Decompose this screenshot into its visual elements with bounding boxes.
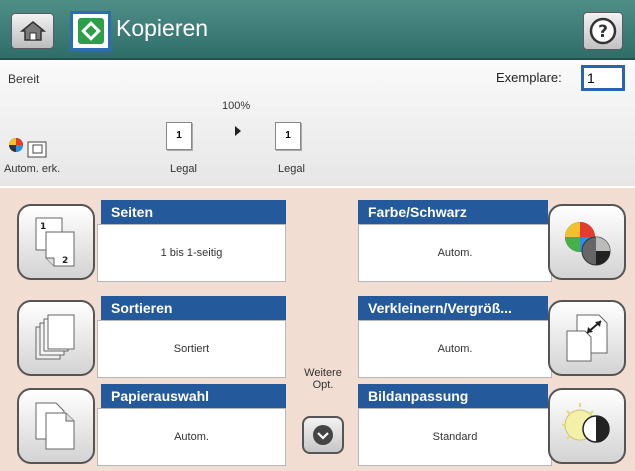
chevron-down-icon <box>313 425 333 445</box>
color-title: Farbe/Schwarz <box>358 200 548 224</box>
reduce-enlarge-option[interactable]: Autom. Verkleinern/Vergröß... <box>358 296 630 381</box>
collate-icon <box>35 314 75 360</box>
svg-text:?: ? <box>598 22 608 42</box>
help-button[interactable]: ? <box>583 12 623 50</box>
status-area: Bereit Exemplare: 1 Autom. erk. 100% 1 L… <box>0 62 635 186</box>
image-adjust-value: Standard <box>358 408 552 466</box>
collate-button[interactable] <box>17 300 95 376</box>
more-options-button[interactable] <box>302 416 344 454</box>
source-paper-icon: 1 <box>166 122 192 150</box>
paper-select-icon <box>35 402 75 450</box>
reduce-enlarge-button[interactable] <box>548 300 626 376</box>
options-panel: 1 bis 1-seitig Seiten 1 2 Sortiert Sorti… <box>0 188 635 471</box>
image-adjust-option[interactable]: Standard Bildanpassung <box>358 384 630 469</box>
more-options-label: Weitere Opt. <box>290 367 356 391</box>
copies-input[interactable]: 1 <box>581 65 625 91</box>
page-title: Kopieren <box>116 15 209 41</box>
home-icon <box>19 21 46 41</box>
reduce-enlarge-icon <box>566 314 608 362</box>
svg-text:2: 2 <box>62 256 68 266</box>
source-paper-label: Legal <box>170 163 197 175</box>
output-paper-icon: 1 <box>275 122 301 150</box>
color-mode-label: Autom. erk. <box>4 163 61 175</box>
collate-title: Sortieren <box>101 296 286 320</box>
color-black-icon <box>565 222 611 266</box>
help-icon: ? <box>589 17 617 45</box>
more-options-label-line2: Opt. <box>312 379 334 391</box>
paper-select-value: Autom. <box>97 408 286 466</box>
status-text: Bereit <box>8 72 40 86</box>
sides-option[interactable]: 1 bis 1-seitig Seiten 1 2 <box>11 200 286 285</box>
image-adjust-button[interactable] <box>548 388 626 464</box>
color-button[interactable] <box>548 204 626 280</box>
image-adjust-title: Bildanpassung <box>358 384 548 408</box>
more-options-label-line1: Weitere <box>304 367 342 379</box>
paper-select-option[interactable]: Autom. Papierauswahl <box>11 384 286 469</box>
color-mode-icon <box>9 138 47 158</box>
reduce-enlarge-value: Autom. <box>358 320 552 378</box>
duplex-pages-icon: 1 2 <box>35 217 75 267</box>
zoom-level: 100% <box>222 100 251 112</box>
sides-title: Seiten <box>101 200 286 224</box>
copies-label: Exemplare: <box>496 70 562 85</box>
copy-start-icon <box>77 18 104 44</box>
collate-option[interactable]: Sortiert Sortieren <box>11 296 286 381</box>
paper-select-button[interactable] <box>17 388 95 464</box>
sides-value: 1 bis 1-seitig <box>97 224 286 282</box>
reduce-enlarge-title: Verkleinern/Vergröß... <box>358 296 548 320</box>
color-option[interactable]: Autom. Farbe/Schwarz <box>358 200 630 285</box>
color-mode-button[interactable] <box>8 135 50 164</box>
color-value: Autom. <box>358 224 552 282</box>
copy-start-button[interactable] <box>70 11 111 51</box>
output-paper-label: Legal <box>278 163 305 175</box>
collate-value: Sortiert <box>97 320 286 378</box>
svg-text:1: 1 <box>40 222 46 232</box>
arrow-right-icon <box>235 126 241 136</box>
header-bar: Kopieren ? <box>0 0 635 60</box>
paper-select-title: Papierauswahl <box>101 384 286 408</box>
image-adjust-icon <box>562 403 610 443</box>
sides-button[interactable]: 1 2 <box>17 204 95 280</box>
home-button[interactable] <box>11 13 54 49</box>
